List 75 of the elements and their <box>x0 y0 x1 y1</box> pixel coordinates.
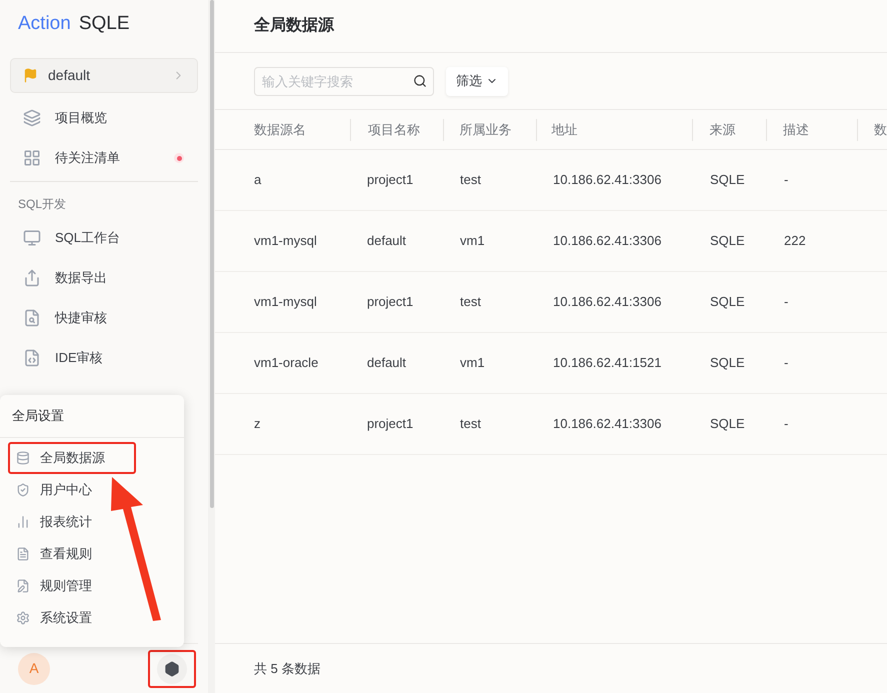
column-header: 项目名称 <box>368 120 420 139</box>
menu-item[interactable]: 用户中心 <box>8 474 176 506</box>
sidebar-item[interactable]: 项目概览 <box>10 98 198 138</box>
table-cell: a <box>254 172 262 187</box>
table-cell: vm1-mysql <box>254 233 317 248</box>
table-cell: SQLE <box>710 355 745 370</box>
settings-button[interactable] <box>148 650 196 688</box>
table-cell: default <box>367 233 406 248</box>
share-icon <box>23 269 41 287</box>
shield-icon <box>16 483 30 497</box>
menu-item[interactable]: 全局数据源 <box>8 442 136 474</box>
search-icon <box>413 74 427 88</box>
table-cell: - <box>784 355 788 370</box>
menu-item[interactable]: 查看规则 <box>8 538 176 570</box>
menu-item[interactable]: 规则管理 <box>8 570 176 602</box>
section-label: SQL开发 <box>18 197 66 211</box>
table-cell: - <box>784 416 788 431</box>
settings-icon <box>16 611 30 625</box>
menu-item[interactable]: 报表统计 <box>8 506 176 538</box>
file-search-icon <box>23 309 41 327</box>
menu-title: 全局设置 <box>12 407 64 426</box>
column-header: 数据源名 <box>254 120 306 139</box>
sidebar-item[interactable]: 数据导出 <box>10 258 198 298</box>
table-cell: project1 <box>367 416 414 431</box>
table-cell: test <box>460 294 481 309</box>
table-cell: 10.186.62.41:3306 <box>553 294 662 309</box>
logo-product: SQLE <box>78 12 130 36</box>
table-cell: test <box>460 172 481 187</box>
layers-icon <box>23 109 41 127</box>
sidebar-item[interactable]: 快捷审核 <box>10 298 198 338</box>
column-header: 地址 <box>552 120 578 139</box>
project-switcher[interactable]: default <box>10 58 198 93</box>
column-header: 描述 <box>783 120 810 139</box>
table-cell: vm1-mysql <box>254 294 317 309</box>
table-cell: 222 <box>784 233 806 248</box>
table-cell: z <box>254 416 260 431</box>
table-cell: 10.186.62.41:3306 <box>553 172 662 187</box>
flag-icon <box>23 68 38 83</box>
filter-button[interactable]: 筛选 <box>446 66 508 96</box>
total-count: 共 5 条数据 <box>254 660 320 678</box>
table-cell: vm1 <box>460 355 485 370</box>
table-cell: vm1-oracle <box>254 355 318 370</box>
table-cell: - <box>784 294 788 309</box>
database-icon <box>16 451 30 465</box>
table-cell: test <box>460 416 481 431</box>
column-header: 所属业务 <box>460 120 512 139</box>
monitor-icon <box>23 229 41 247</box>
table-cell: SQLE <box>710 294 745 309</box>
menu-item[interactable]: 系统设置 <box>8 602 176 634</box>
bar-chart-icon <box>16 515 30 529</box>
column-header: 来源 <box>709 120 736 139</box>
table-cell: SQLE <box>710 172 745 187</box>
scrollbar-thumb[interactable] <box>210 0 214 508</box>
settings-icon <box>164 660 180 676</box>
table-cell: vm1 <box>460 233 485 248</box>
edit-document-icon <box>16 579 30 593</box>
sidebar-item[interactable]: SQL工作台 <box>10 218 198 258</box>
page-title: 全局数据源 <box>254 16 334 36</box>
grid-icon <box>23 149 41 167</box>
table-cell: SQLE <box>710 233 745 248</box>
logo-brand: Action <box>18 12 71 36</box>
document-icon <box>16 547 30 561</box>
table-cell: - <box>784 172 788 187</box>
search-field[interactable]: 输入关键字搜索 <box>254 66 434 96</box>
column-header: 数 <box>874 120 887 139</box>
table-cell: 10.186.62.41:3306 <box>553 233 662 248</box>
sidebar-item[interactable]: IDE审核 <box>10 338 198 378</box>
table-cell: project1 <box>367 294 414 309</box>
table-cell: SQLE <box>710 416 745 431</box>
table-cell: 10.186.62.41:1521 <box>553 355 662 370</box>
table-cell: default <box>367 355 406 370</box>
table-cell: 10.186.62.41:3306 <box>553 416 662 431</box>
sidebar-item[interactable]: 待关注清单 <box>10 138 198 178</box>
code-file-icon <box>23 349 41 367</box>
table-cell: project1 <box>367 172 414 187</box>
